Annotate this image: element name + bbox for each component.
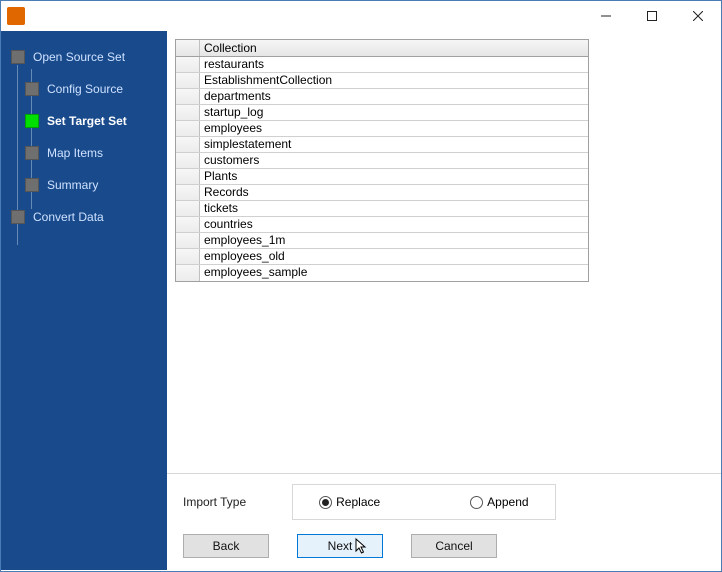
table-row[interactable]: employees bbox=[176, 121, 588, 137]
table-row[interactable]: departments bbox=[176, 89, 588, 105]
table-row[interactable]: startup_log bbox=[176, 105, 588, 121]
step-label: Config Source bbox=[47, 82, 123, 96]
wizard-button-bar: Back Next Cancel bbox=[167, 528, 721, 570]
maximize-button[interactable] bbox=[629, 1, 675, 31]
radio-append-label: Append bbox=[487, 495, 528, 509]
table-row[interactable]: tickets bbox=[176, 201, 588, 217]
radio-replace[interactable]: Replace bbox=[319, 495, 380, 509]
step-box-icon bbox=[25, 82, 39, 96]
collection-cell: Records bbox=[200, 185, 588, 200]
row-header bbox=[176, 73, 200, 88]
collection-cell: tickets bbox=[200, 201, 588, 216]
table-row[interactable]: simplestatement bbox=[176, 137, 588, 153]
collection-cell: employees_old bbox=[200, 249, 588, 264]
table-row[interactable]: Plants bbox=[176, 169, 588, 185]
grid-corner bbox=[176, 40, 200, 56]
table-row[interactable]: employees_old bbox=[176, 249, 588, 265]
import-type-panel: Import Type Replace Append bbox=[167, 473, 721, 528]
titlebar bbox=[1, 1, 721, 31]
row-header bbox=[176, 249, 200, 264]
wizard-step-summary[interactable]: Summary bbox=[25, 169, 167, 201]
app-icon bbox=[7, 7, 25, 25]
wizard-sidebar: Open Source Set Config Source Set Target S… bbox=[1, 31, 167, 570]
collection-cell: departments bbox=[200, 89, 588, 104]
radio-replace-label: Replace bbox=[336, 495, 380, 509]
table-row[interactable]: EstablishmentCollection bbox=[176, 73, 588, 89]
window-controls bbox=[583, 1, 721, 31]
row-header bbox=[176, 105, 200, 120]
row-header bbox=[176, 169, 200, 184]
collection-cell: customers bbox=[200, 153, 588, 168]
collection-grid[interactable]: Collection restaurantsEstablishmentColle… bbox=[175, 39, 589, 282]
row-header bbox=[176, 121, 200, 136]
step-label: Set Target Set bbox=[47, 114, 127, 128]
collection-cell: startup_log bbox=[200, 105, 588, 120]
table-row[interactable]: countries bbox=[176, 217, 588, 233]
collection-cell: employees_sample bbox=[200, 265, 588, 281]
cancel-button[interactable]: Cancel bbox=[411, 534, 497, 558]
row-header bbox=[176, 137, 200, 152]
import-type-radiogroup: Replace Append bbox=[292, 484, 555, 520]
back-button[interactable]: Back bbox=[183, 534, 269, 558]
grid-column-header[interactable]: Collection bbox=[200, 40, 588, 56]
main-panel: Collection restaurantsEstablishmentColle… bbox=[167, 31, 721, 570]
step-label: Open Source Set bbox=[33, 50, 125, 64]
row-header bbox=[176, 185, 200, 200]
step-box-icon bbox=[11, 210, 25, 224]
next-button[interactable]: Next bbox=[297, 534, 383, 558]
step-label: Map Items bbox=[47, 146, 103, 160]
wizard-step-config-source[interactable]: Config Source bbox=[25, 73, 167, 105]
table-row[interactable]: restaurants bbox=[176, 57, 588, 73]
collection-cell: restaurants bbox=[200, 57, 588, 72]
wizard-step-map-items[interactable]: Map Items bbox=[25, 137, 167, 169]
row-header bbox=[176, 233, 200, 248]
table-row[interactable]: employees_1m bbox=[176, 233, 588, 249]
step-label: Convert Data bbox=[33, 210, 104, 224]
step-label: Summary bbox=[47, 178, 98, 192]
step-box-icon bbox=[11, 50, 25, 64]
radio-append[interactable]: Append bbox=[470, 495, 528, 509]
step-box-icon bbox=[25, 114, 39, 128]
collection-cell: simplestatement bbox=[200, 137, 588, 152]
radio-dot-icon bbox=[470, 496, 483, 509]
import-type-label: Import Type bbox=[183, 495, 246, 509]
row-header bbox=[176, 265, 200, 281]
wizard-step-set-target-set[interactable]: Set Target Set bbox=[25, 105, 167, 137]
table-row[interactable]: customers bbox=[176, 153, 588, 169]
row-header bbox=[176, 153, 200, 168]
row-header bbox=[176, 201, 200, 216]
collection-cell: Plants bbox=[200, 169, 588, 184]
wizard-step-convert-data[interactable]: Convert Data bbox=[11, 201, 167, 233]
step-box-icon bbox=[25, 178, 39, 192]
close-button[interactable] bbox=[675, 1, 721, 31]
table-row[interactable]: employees_sample bbox=[176, 265, 588, 281]
row-header bbox=[176, 89, 200, 104]
minimize-button[interactable] bbox=[583, 1, 629, 31]
step-box-icon bbox=[25, 146, 39, 160]
collection-cell: countries bbox=[200, 217, 588, 232]
row-header bbox=[176, 57, 200, 72]
row-header bbox=[176, 217, 200, 232]
wizard-step-open-source-set[interactable]: Open Source Set bbox=[11, 41, 167, 73]
collection-cell: employees bbox=[200, 121, 588, 136]
radio-dot-icon bbox=[319, 496, 332, 509]
table-row[interactable]: Records bbox=[176, 185, 588, 201]
collection-cell: EstablishmentCollection bbox=[200, 73, 588, 88]
collection-cell: employees_1m bbox=[200, 233, 588, 248]
